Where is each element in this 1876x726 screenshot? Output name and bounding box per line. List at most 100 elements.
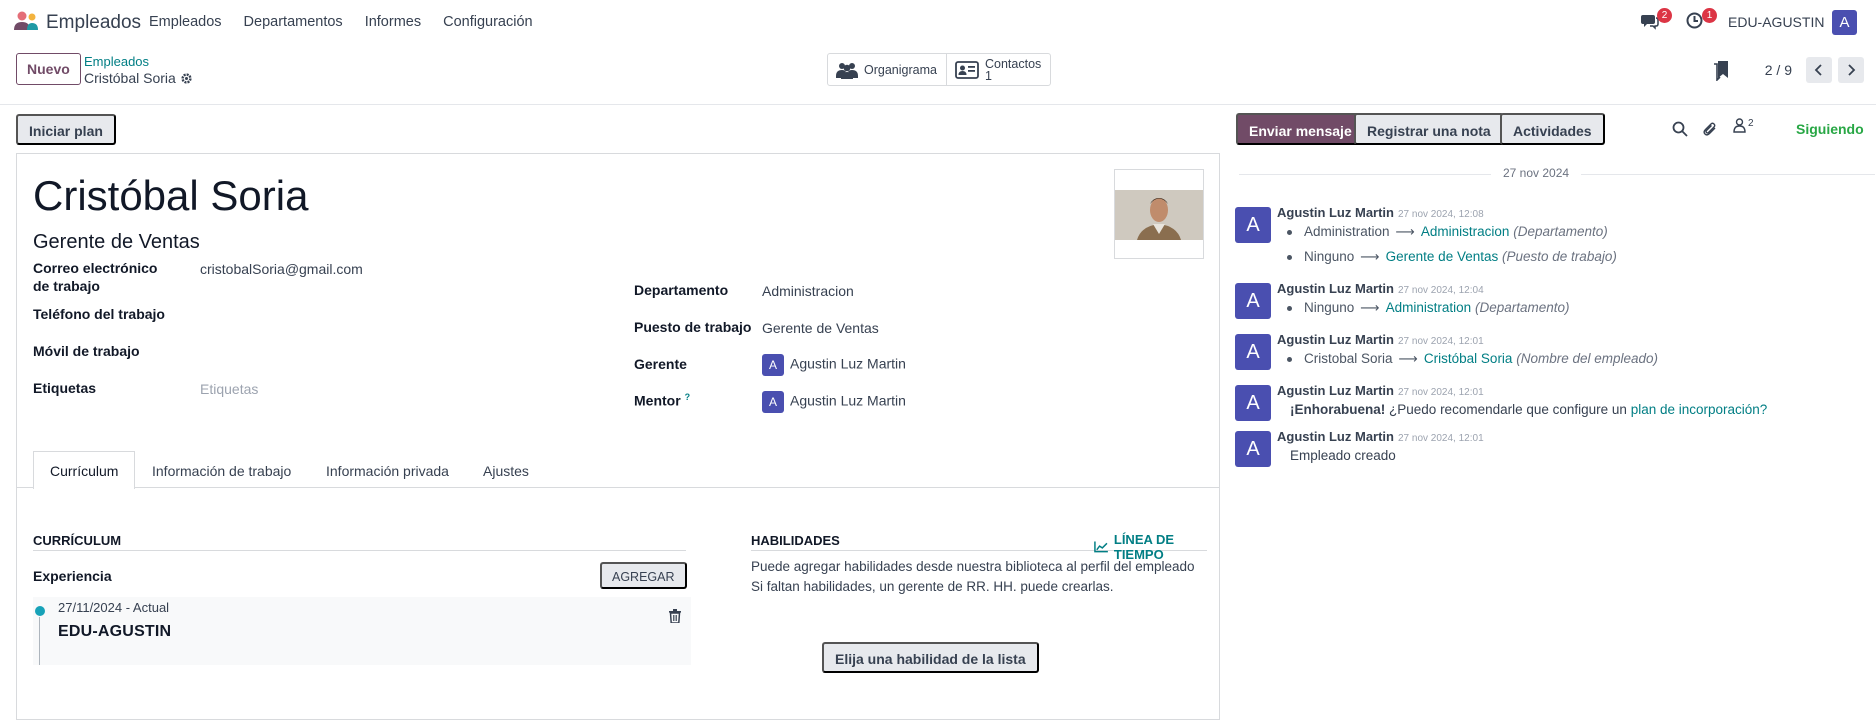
followers-count: 2 — [1748, 118, 1754, 129]
users-icon — [836, 62, 858, 79]
arrow-right-icon: ⟶ — [1360, 249, 1380, 264]
send-message-button[interactable]: Enviar mensaje — [1236, 113, 1365, 145]
message-author-avatar[interactable]: A — [1235, 207, 1271, 243]
chevron-right-icon — [1848, 64, 1856, 76]
mentor-name: Agustin Luz Martin — [790, 392, 906, 409]
chatter-message: A Agustin Luz Martin 27 nov 2024, 12:04 N… — [1235, 281, 1875, 321]
message-author[interactable]: Agustin Luz Martin — [1277, 332, 1394, 347]
message-time: 27 nov 2024, 12:01 — [1398, 433, 1484, 444]
tracking-value: Ninguno ⟶ Administration (Departamento) — [1287, 300, 1570, 316]
work-mobile-label: Móvil de trabajo — [33, 343, 140, 359]
tracking-old-value: Ninguno — [1304, 249, 1355, 264]
tracking-value: Cristobal Soria ⟶ Cristóbal Soria (Nombre … — [1287, 351, 1658, 367]
onboarding-plan-link[interactable]: plan de incorporación? — [1631, 402, 1768, 417]
message-body-bold: ¡Enhorabuena! — [1290, 402, 1386, 417]
paperclip-icon[interactable] — [1702, 121, 1718, 137]
work-mobile-field[interactable] — [200, 341, 530, 363]
chatter-panel: Enviar mensaje Registrar una nota Activi… — [1221, 105, 1876, 726]
pager-previous-button[interactable] — [1806, 57, 1832, 83]
tracking-field-name: (Nombre del empleado) — [1516, 351, 1659, 366]
breadcrumb-parent[interactable]: Empleados — [84, 54, 149, 69]
work-phone-label: Teléfono del trabajo — [33, 306, 165, 322]
search-icon[interactable] — [1672, 121, 1688, 137]
mentor-field[interactable]: A Agustin Luz Martin — [762, 391, 906, 413]
email-field[interactable]: cristobalSoria@gmail.com — [200, 261, 363, 277]
contacts-button[interactable]: Contactos 1 — [946, 54, 1049, 85]
menu-item-empleados[interactable]: Empleados — [149, 14, 222, 30]
contacts-label: Contactos — [985, 56, 1042, 71]
message-author[interactable]: Agustin Luz Martin — [1277, 205, 1394, 220]
bullet — [1287, 305, 1292, 311]
work-phone-field[interactable] — [200, 304, 530, 326]
gear-icon[interactable] — [180, 72, 193, 85]
pager-next-button[interactable] — [1838, 57, 1864, 83]
message-author-avatar[interactable]: A — [1235, 431, 1271, 467]
resume-line-date: 27/11/2024 - Actual — [58, 600, 170, 615]
employee-name[interactable]: Cristóbal Soria — [33, 172, 308, 220]
app-name[interactable]: Empleados — [46, 12, 141, 34]
tab-settings[interactable]: Ajustes — [466, 451, 546, 489]
message-body: Empleado creado — [1290, 448, 1396, 463]
id-card-icon — [955, 60, 979, 79]
menu-item-informes[interactable]: Informes — [365, 14, 421, 30]
message-author-avatar[interactable]: A — [1235, 385, 1271, 421]
breadcrumb-current: Cristóbal Soria — [84, 70, 193, 86]
message-author[interactable]: Agustin Luz Martin — [1277, 429, 1394, 444]
pick-skill-button[interactable]: Elija una habilidad de la lista — [822, 642, 1039, 673]
pager-value[interactable]: 2 / 9 — [1765, 62, 1792, 78]
messages-button[interactable]: 2 — [1641, 8, 1672, 32]
bullet — [1287, 356, 1292, 362]
chatter-message: A Agustin Luz Martin 27 nov 2024, 12:01 C… — [1235, 332, 1875, 372]
control-panel: Nuevo Empleados Cristóbal Soria Organigr… — [0, 45, 1876, 105]
employee-job-title[interactable]: Gerente de Ventas — [33, 231, 200, 254]
department-field[interactable]: Administracion — [762, 283, 854, 299]
trash-icon[interactable] — [669, 609, 681, 623]
org-chart-button[interactable]: Organigrama — [828, 54, 946, 85]
message-author-avatar[interactable]: A — [1235, 334, 1271, 370]
menu-item-departamentos[interactable]: Departamentos — [244, 14, 343, 30]
resume-divider — [33, 550, 686, 551]
mentor-help-icon[interactable]: ? — [685, 392, 691, 402]
activities-button[interactable]: 1 — [1686, 8, 1717, 32]
following-status[interactable]: Siguiendo — [1796, 121, 1864, 137]
employee-photo[interactable] — [1114, 169, 1204, 259]
skills-section-title: HABILIDADES — [751, 533, 840, 548]
manager-avatar: A — [762, 354, 784, 376]
message-author[interactable]: Agustin Luz Martin — [1277, 281, 1394, 296]
menu-item-configuracion[interactable]: Configuración — [443, 14, 532, 30]
notebook-tabs: Currículum Información de trabajo Inform… — [17, 451, 1219, 489]
chatter-message: A Agustin Luz Martin 27 nov 2024, 12:08 A… — [1235, 205, 1875, 265]
breadcrumb-current-label: Cristóbal Soria — [84, 70, 176, 86]
org-chart-label: Organigrama — [864, 62, 937, 77]
top-navbar: Empleados Empleados Departamentos Inform… — [0, 0, 1876, 45]
followers-button[interactable]: 2 — [1733, 118, 1754, 133]
manager-field[interactable]: A Agustin Luz Martin — [762, 354, 906, 376]
tab-private-information[interactable]: Información privada — [309, 451, 466, 489]
bullet — [1287, 229, 1292, 235]
company-name[interactable]: EDU-AGUSTIN — [1728, 14, 1824, 30]
tags-field[interactable]: Etiquetas — [200, 381, 258, 397]
start-plan-button[interactable]: Iniciar plan — [16, 114, 116, 145]
message-header: Agustin Luz Martin 27 nov 2024, 12:01 — [1277, 332, 1484, 347]
bookmark-icon[interactable] — [1714, 61, 1728, 81]
add-resume-line-button[interactable]: AGREGAR — [600, 562, 687, 589]
resume-line[interactable]: 27/11/2024 - Actual EDU-AGUSTIN — [33, 597, 691, 665]
new-button[interactable]: Nuevo — [16, 53, 81, 85]
tab-work-information[interactable]: Información de trabajo — [135, 451, 308, 489]
skills-help-text: Puede agregar habilidades desde nuestra … — [751, 557, 1195, 597]
message-author[interactable]: Agustin Luz Martin — [1277, 383, 1394, 398]
message-author-avatar[interactable]: A — [1235, 283, 1271, 319]
message-header: Agustin Luz Martin 27 nov 2024, 12:01 — [1277, 429, 1484, 444]
bullet — [1287, 254, 1292, 260]
tracking-value: Administration ⟶ Administracion (Departame… — [1287, 224, 1608, 240]
log-note-button[interactable]: Registrar una nota — [1354, 113, 1504, 145]
tab-curriculum[interactable]: Currículum — [33, 451, 136, 489]
user-avatar[interactable]: A — [1832, 10, 1857, 35]
mentor-avatar: A — [762, 391, 784, 413]
message-header: Agustin Luz Martin 27 nov 2024, 12:01 — [1277, 383, 1484, 398]
job-position-label: Puesto de trabajo — [634, 319, 752, 335]
employees-app-icon[interactable] — [13, 10, 39, 32]
resume-section-title: CURRÍCULUM — [33, 533, 122, 548]
activities-button[interactable]: Actividades — [1500, 113, 1605, 145]
job-position-field[interactable]: Gerente de Ventas — [762, 320, 879, 336]
